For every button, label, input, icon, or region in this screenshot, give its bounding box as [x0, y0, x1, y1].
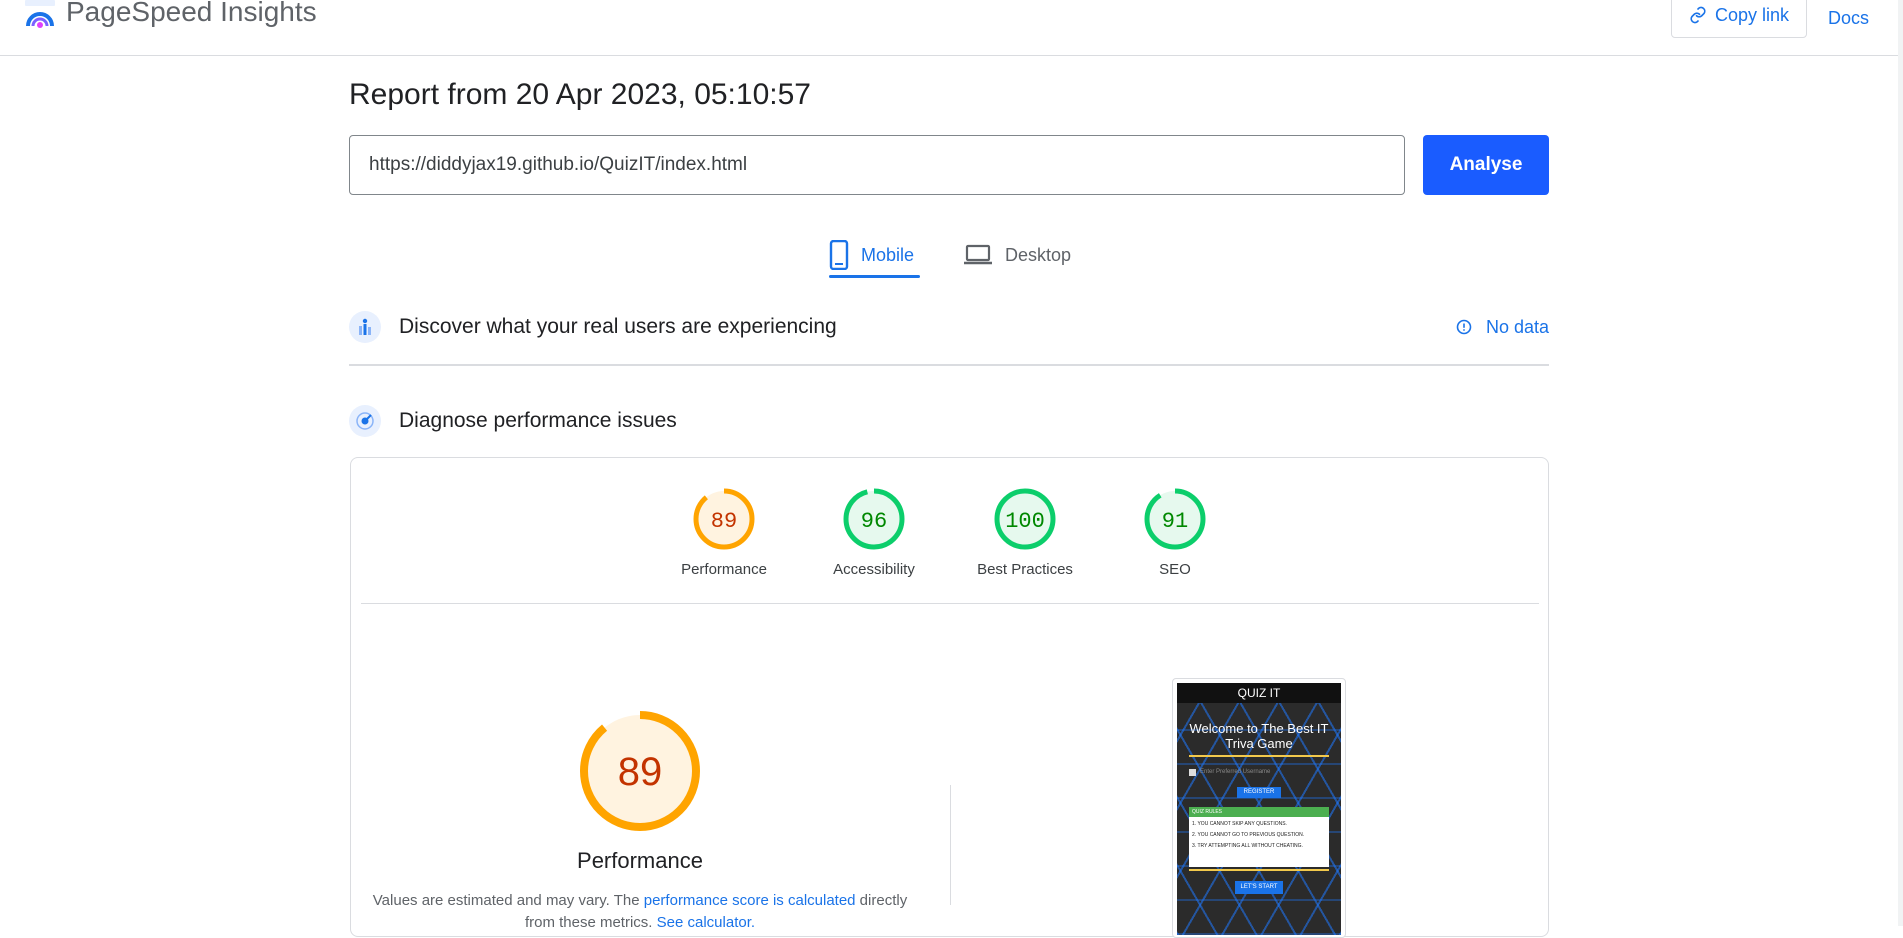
top-header: PageSpeed Insights Copy link Docs	[0, 0, 1903, 56]
screenshot-rule	[1189, 755, 1329, 757]
report-title: Report from 20 Apr 2023, 05:10:57	[349, 78, 811, 111]
score-value: 89	[711, 509, 737, 534]
score-value: 100	[1005, 509, 1045, 534]
app-name: PageSpeed Insights	[66, 0, 317, 27]
no-data-link[interactable]: No data	[1456, 317, 1549, 338]
user-icon	[1189, 768, 1196, 776]
vertical-divider	[950, 785, 951, 905]
mobile-phone-icon	[829, 240, 849, 270]
score-ring: 100	[994, 488, 1056, 550]
docs-link[interactable]: Docs	[1828, 8, 1869, 29]
tab-mobile[interactable]: Mobile	[829, 232, 914, 278]
score-ring: 96	[843, 488, 905, 550]
screenshot-image: QUIZ IT Welcome to The Best IT Triva Gam…	[1177, 683, 1341, 935]
score-label: Accessibility	[833, 561, 915, 578]
score-ring: 89	[693, 488, 755, 550]
note-prefix: Values are estimated and may vary. The	[372, 892, 644, 909]
copy-link-button[interactable]: Copy link	[1671, 0, 1807, 38]
screenshot-register: REGISTER	[1237, 787, 1281, 798]
diagnose-section: Diagnose performance issues	[349, 401, 1549, 441]
screenshot-title: QUIZ IT	[1177, 683, 1341, 703]
screenshot-input-placeholder: Enter Preferred Username	[1200, 769, 1271, 775]
screenshot-input: Enter Preferred Username	[1189, 766, 1329, 778]
score-label: Best Practices	[977, 561, 1073, 578]
gauge-seo[interactable]: 91 SEO	[1100, 487, 1250, 578]
tab-desktop[interactable]: Desktop	[963, 232, 1071, 278]
score-note: Values are estimated and may vary. The p…	[370, 890, 910, 934]
link-icon	[1690, 6, 1706, 24]
score-label: Performance	[681, 561, 767, 578]
field-data-section: Discover what your real users are experi…	[349, 307, 1549, 347]
score-label: SEO	[1159, 561, 1191, 578]
screenshot-rules-heading: QUIZ RULES	[1189, 807, 1329, 817]
laptop-icon	[964, 244, 992, 265]
score-value: 91	[1162, 509, 1188, 534]
gauge-best-practices[interactable]: 100 Best Practices	[950, 487, 1100, 578]
screenshot-rule-line: 1. YOU CANNOT SKIP ANY QUESTIONS.	[1192, 821, 1287, 827]
gauge-performance[interactable]: 89 Performance	[649, 487, 799, 578]
performance-big-value: 89	[618, 750, 663, 794]
diagnose-title: Diagnose performance issues	[399, 409, 677, 432]
score-value: 96	[861, 509, 887, 534]
no-data-label: No data	[1485, 316, 1549, 337]
card-divider	[361, 603, 1539, 604]
copy-link-label: Copy link	[1714, 4, 1790, 25]
info-icon	[1456, 319, 1472, 335]
tab-mobile-label: Mobile	[861, 244, 915, 265]
performance-big-label: Performance	[577, 848, 703, 873]
field-data-title: Discover what your real users are experi…	[399, 315, 837, 338]
performance-big-gauge: 89	[580, 711, 700, 831]
tab-desktop-label: Desktop	[1005, 244, 1072, 265]
analyse-button[interactable]: Analyse	[1423, 135, 1549, 195]
pagespeed-logo-icon	[25, 0, 55, 28]
users-chart-icon	[349, 311, 381, 343]
screenshot-welcome: Welcome to The Best IT Triva Game	[1189, 721, 1329, 751]
screenshot-rule-line: 2. YOU CANNOT GO TO PREVIOUS QUESTION.	[1192, 832, 1305, 838]
gauge-accessibility[interactable]: 96 Accessibility	[799, 487, 949, 578]
active-tab-indicator	[829, 275, 920, 278]
scrollbar[interactable]	[1898, 0, 1903, 926]
brand[interactable]: PageSpeed Insights	[24, 0, 317, 32]
screenshot-start: LET'S START	[1235, 881, 1283, 894]
score-calc-link[interactable]: performance score is calculated	[644, 892, 856, 909]
see-calculator-link[interactable]: See calculator.	[657, 914, 755, 931]
screenshot-rule-line: 3. TRY ATTEMPTING ALL WITHOUT CHEATING.	[1192, 843, 1303, 849]
score-ring: 91	[1144, 488, 1206, 550]
screenshot-rule	[1189, 869, 1329, 871]
screenshot-rules-box: QUIZ RULES 1. YOU CANNOT SKIP ANY QUESTI…	[1189, 807, 1329, 867]
page-screenshot: QUIZ IT Welcome to The Best IT Triva Gam…	[1172, 678, 1346, 938]
url-input[interactable]	[349, 135, 1405, 195]
lighthouse-radar-icon	[349, 405, 381, 437]
section-divider	[349, 364, 1549, 366]
